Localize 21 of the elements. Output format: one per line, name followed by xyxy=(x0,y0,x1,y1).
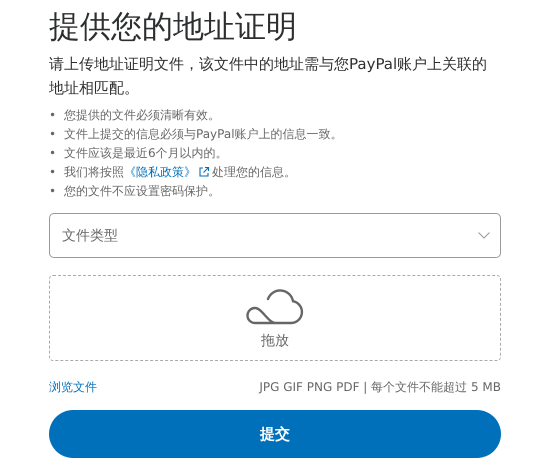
page-title: 提供您的地址证明 xyxy=(49,8,298,47)
bullet-marker: • xyxy=(49,183,56,200)
requirement-text: 文件上提交的信息必须与PayPal账户上的信息一致。 xyxy=(64,126,343,143)
bullet-marker: • xyxy=(49,164,56,181)
file-hint: JPG GIF PNG PDF | 每个文件不能超过 5 MB xyxy=(259,379,501,396)
submit-button[interactable]: 提交 xyxy=(49,410,501,458)
document-type-dropdown[interactable]: 文件类型 xyxy=(49,213,501,258)
requirement-text: 您的文件不应设置密码保护。 xyxy=(64,183,220,200)
requirement-text: 文件应该是最近6个月以内的。 xyxy=(64,145,228,162)
requirement-text: 您提供的文件必须清晰有效。 xyxy=(64,107,220,124)
bullet-marker: • xyxy=(49,145,56,162)
chevron-down-icon xyxy=(478,232,490,239)
drop-label: 拖放 xyxy=(261,332,289,350)
browse-files-link[interactable]: 浏览文件 xyxy=(49,379,97,396)
privacy-policy-link[interactable]: 《隐私政策》 xyxy=(124,165,196,179)
requirement-text: 我们将按照《隐私政策》 处理您的信息。 xyxy=(64,164,296,181)
drop-zone[interactable]: 拖放 xyxy=(49,275,501,361)
description-text: 请上传地址证明文件，该文件中的地址需与您PayPal账户上关联的地址相匹配。 xyxy=(49,54,488,99)
bullet-marker: • xyxy=(49,126,56,143)
external-link-icon xyxy=(198,166,210,178)
bullet-marker: • xyxy=(49,107,56,124)
